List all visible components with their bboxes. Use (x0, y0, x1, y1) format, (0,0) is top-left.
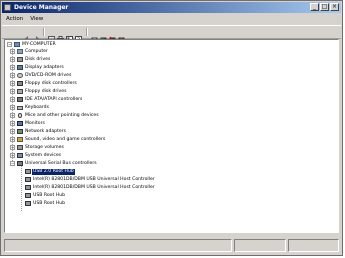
toolbar: ? (2, 25, 341, 44)
expand-toggle[interactable]: + (10, 121, 15, 126)
tree-label: Mice and other pointing devices (25, 113, 99, 118)
tree-label: Floppy disk drives (25, 89, 67, 94)
keyboard-icon (17, 106, 23, 110)
toolbar-separator (43, 28, 45, 36)
tree-label: DVD/CD-ROM drives (25, 73, 72, 78)
window-title: Device Manager (14, 4, 69, 11)
expand-toggle[interactable]: + (10, 73, 15, 78)
tree-label: Monitors (25, 121, 45, 126)
tree-label: Display adapters (25, 65, 64, 70)
display-adapter-icon (17, 65, 23, 70)
tree-line (21, 165, 22, 211)
expand-toggle[interactable]: + (10, 105, 15, 110)
tree-label: USB 2.0 Root Hub (32, 169, 75, 175)
status-panel (288, 239, 339, 252)
tree-label: Floppy disk controllers (25, 81, 77, 86)
device-tree[interactable]: − MY-COMPUTER + Computer + Disk drives +… (4, 39, 339, 233)
floppy-controller-icon (17, 81, 23, 86)
expand-toggle[interactable]: + (10, 65, 15, 70)
usb-controller-icon (25, 177, 31, 182)
usb-controller-icon (17, 161, 23, 166)
expand-toggle[interactable]: + (10, 57, 15, 62)
expand-toggle[interactable]: + (10, 113, 15, 118)
disable-icon[interactable] (109, 28, 116, 43)
usb-hub-icon (25, 169, 31, 174)
tree-label: Storage volumes (25, 145, 64, 150)
status-panel (234, 239, 286, 252)
forward-icon[interactable] (33, 28, 40, 43)
system-device-icon (17, 153, 23, 158)
maximize-button[interactable]: □ (320, 3, 329, 11)
expand-toggle[interactable]: + (10, 97, 15, 102)
ide-controller-icon (17, 97, 23, 102)
menu-action[interactable]: Action (6, 14, 23, 24)
mouse-icon (18, 113, 22, 118)
network-adapter-icon (17, 129, 23, 134)
usb-hub-icon (25, 201, 31, 206)
tree-label: Keyboards (25, 105, 49, 110)
toolbar-separator (86, 28, 88, 36)
menu-bar: Action View (2, 14, 341, 24)
tree-label: IDE ATA/ATAPI controllers (25, 97, 83, 102)
expand-toggle[interactable]: + (10, 137, 15, 142)
properties-icon[interactable] (66, 28, 73, 43)
expand-toggle[interactable]: + (10, 145, 15, 150)
tree-label: System devices (25, 153, 62, 158)
usb-controller-icon (25, 185, 31, 190)
scan-icon[interactable] (91, 28, 98, 42)
computer-icon (17, 49, 23, 54)
tree-label: MY-COMPUTER (22, 42, 56, 47)
collapse-toggle[interactable]: − (10, 161, 15, 166)
device-manager-icon (4, 4, 11, 11)
help-icon[interactable]: ? (75, 28, 82, 44)
dvd-drive-icon (17, 73, 23, 78)
print-icon[interactable] (57, 28, 64, 43)
storage-volume-icon (17, 145, 23, 150)
status-bar (2, 237, 341, 255)
minimize-button[interactable]: _ (310, 3, 319, 11)
expand-toggle[interactable]: + (10, 129, 15, 134)
uninstall-icon[interactable] (118, 28, 125, 42)
collapse-toggle[interactable]: − (7, 42, 12, 47)
tree-label: Network adapters (25, 129, 67, 134)
usb-hub-icon (25, 193, 31, 198)
tree-label: Sound, video and game controllers (25, 137, 106, 142)
tree-label: Universal Serial Bus controllers (25, 161, 97, 166)
expand-toggle[interactable]: + (10, 49, 15, 54)
monitor-icon (17, 121, 23, 126)
tree-label: Intel(R) 82801DB/DBM USB Universal Host … (33, 177, 155, 182)
tree-label: Disk drives (25, 57, 51, 62)
tree-label: USB Root Hub (33, 193, 66, 198)
sound-controller-icon (17, 137, 23, 142)
tree-label: Intel(R) 82801DB/DBM USB Universal Host … (33, 185, 155, 190)
window-controls: _ □ × (310, 3, 339, 11)
tree-label: Computer (25, 49, 48, 54)
expand-toggle[interactable]: + (10, 153, 15, 158)
computer-icon (14, 42, 20, 47)
device-manager-window: Device Manager _ □ × Action View ? (0, 0, 343, 256)
view-icon[interactable] (48, 28, 55, 43)
floppy-drive-icon (17, 89, 23, 94)
back-icon[interactable] (24, 28, 31, 43)
expand-toggle[interactable]: + (10, 89, 15, 94)
disk-drive-icon (17, 57, 23, 62)
status-panel (4, 239, 232, 252)
expand-toggle[interactable]: + (10, 81, 15, 86)
update-icon[interactable] (100, 28, 107, 42)
tree-label: USB Root Hub (33, 201, 66, 206)
title-bar[interactable]: Device Manager _ □ × (2, 2, 341, 13)
close-button[interactable]: × (330, 3, 339, 11)
menu-view[interactable]: View (30, 14, 43, 24)
